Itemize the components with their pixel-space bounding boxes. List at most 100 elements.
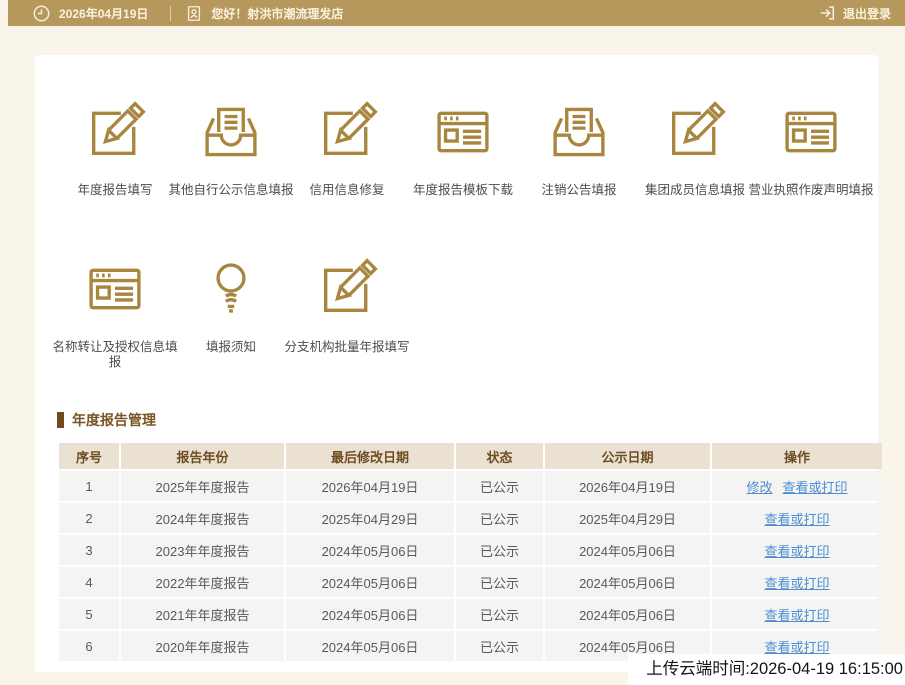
- cell-report-year: 2023年年度报告: [121, 535, 284, 565]
- menu-item[interactable]: 其他自行公示信息填报: [173, 101, 289, 198]
- cell-report-year: 2025年年度报告: [121, 471, 284, 501]
- inbox-icon: [548, 101, 610, 163]
- cell-publish-date: 2025年04月29日: [545, 503, 710, 533]
- menu-item-label: 年度报告模板下载: [397, 183, 529, 198]
- cell-status: 已公示: [456, 631, 543, 661]
- column-header: 报告年份: [121, 443, 284, 469]
- cell-last-modified: 2024年05月06日: [286, 631, 454, 661]
- window-icon: [84, 258, 146, 320]
- section-marker: [57, 412, 64, 428]
- cell-status: 已公示: [456, 567, 543, 597]
- cell-actions: 查看或打印: [712, 535, 882, 565]
- inbox-icon: [200, 101, 262, 163]
- topbar-date: 2026年04月19日: [59, 5, 148, 22]
- user-badge-icon: [185, 4, 203, 23]
- table-row: 1 2025年年度报告 2026年04月19日 已公示 2026年04月19日 …: [59, 471, 882, 501]
- bulb-icon: [200, 258, 262, 320]
- cell-actions: 查看或打印: [712, 599, 882, 629]
- cell-publish-date: 2026年04月19日: [545, 471, 710, 501]
- cell-actions: 查看或打印: [712, 503, 882, 533]
- view-or-print-link[interactable]: 查看或打印: [764, 576, 829, 591]
- annual-report-table: 序号报告年份最后修改日期状态公示日期操作 1 2025年年度报告 2026年04…: [57, 441, 884, 663]
- column-header: 序号: [59, 443, 119, 469]
- edit-icon: [316, 101, 378, 163]
- menu-item[interactable]: 营业执照作废声明填报: [753, 101, 869, 198]
- column-header: 操作: [712, 443, 882, 469]
- clock-icon: [32, 4, 51, 23]
- table-row: 2 2024年年度报告 2025年04月29日 已公示 2025年04月29日 …: [59, 503, 882, 533]
- menu-item[interactable]: 分支机构批量年报填写: [289, 258, 405, 370]
- column-header: 公示日期: [545, 443, 710, 469]
- edit-icon: [316, 258, 378, 320]
- cell-publish-date: 2024年05月06日: [545, 567, 710, 597]
- table-row: 4 2022年年度报告 2024年05月06日 已公示 2024年05月06日 …: [59, 567, 882, 597]
- table-row: 5 2021年年度报告 2024年05月06日 已公示 2024年05月06日 …: [59, 599, 882, 629]
- column-header: 状态: [456, 443, 543, 469]
- menu-item[interactable]: 集团成员信息填报: [637, 101, 753, 198]
- cell-no: 4: [59, 567, 119, 597]
- menu-item-label: 分支机构批量年报填写: [281, 340, 413, 355]
- cell-publish-date: 2024年05月06日: [545, 535, 710, 565]
- table-row: 3 2023年年度报告 2024年05月06日 已公示 2024年05月06日 …: [59, 535, 882, 565]
- menu-item-label: 年度报告填写: [49, 183, 181, 198]
- view-or-print-link[interactable]: 查看或打印: [764, 544, 829, 559]
- cell-last-modified: 2026年04月19日: [286, 471, 454, 501]
- cell-actions: 修改查看或打印: [712, 471, 882, 501]
- menu-item-label: 集团成员信息填报: [629, 183, 761, 198]
- upload-time-text: 上传云端时间:2026-04-19 16:15:00: [628, 654, 905, 685]
- topbar-divider: [170, 6, 171, 21]
- menu-item[interactable]: 填报须知: [173, 258, 289, 370]
- menu-item[interactable]: 注销公告填报: [521, 101, 637, 198]
- window-icon: [432, 101, 494, 163]
- cell-report-year: 2021年年度报告: [121, 599, 284, 629]
- menu-grid-row-2: 名称转让及授权信息填报 填报须知 分支机构批量年报填写: [35, 258, 878, 370]
- menu-item[interactable]: 年度报告模板下载: [405, 101, 521, 198]
- menu-item[interactable]: 信用信息修复: [289, 101, 405, 198]
- table-header-row: 序号报告年份最后修改日期状态公示日期操作: [59, 443, 882, 469]
- logout-icon: [818, 4, 836, 22]
- menu-item-label: 信用信息修复: [281, 183, 413, 198]
- logout-button[interactable]: 退出登录: [818, 4, 891, 22]
- menu-item[interactable]: 名称转让及授权信息填报: [57, 258, 173, 370]
- modify-link[interactable]: 修改: [746, 480, 772, 495]
- topbar: 2026年04月19日 您好！射洪市潮流理发店 退出登录: [8, 0, 905, 26]
- view-or-print-link[interactable]: 查看或打印: [764, 608, 829, 623]
- cell-publish-date: 2024年05月06日: [545, 599, 710, 629]
- cell-no: 1: [59, 471, 119, 501]
- cell-last-modified: 2024年05月06日: [286, 535, 454, 565]
- cell-actions: 查看或打印: [712, 567, 882, 597]
- cell-report-year: 2024年年度报告: [121, 503, 284, 533]
- cell-report-year: 2022年年度报告: [121, 567, 284, 597]
- cell-last-modified: 2025年04月29日: [286, 503, 454, 533]
- menu-item[interactable]: 年度报告填写: [57, 101, 173, 198]
- menu-item-label: 注销公告填报: [513, 183, 645, 198]
- view-or-print-link[interactable]: 查看或打印: [783, 480, 848, 495]
- view-or-print-link[interactable]: 查看或打印: [764, 512, 829, 527]
- user-greeting: 您好！射洪市潮流理发店: [211, 5, 343, 22]
- section-title: 年度报告管理: [57, 410, 878, 430]
- edit-icon: [664, 101, 726, 163]
- menu-item-label: 名称转让及授权信息填报: [49, 340, 181, 370]
- edit-icon: [84, 101, 146, 163]
- topbar-left: 2026年04月19日 您好！射洪市潮流理发店: [32, 4, 343, 23]
- window-icon: [780, 101, 842, 163]
- cell-no: 2: [59, 503, 119, 533]
- menu-grid-row-1: 年度报告填写 其他自行公示信息填报 信用信息修复: [35, 101, 878, 198]
- cell-no: 5: [59, 599, 119, 629]
- cell-no: 6: [59, 631, 119, 661]
- cell-no: 3: [59, 535, 119, 565]
- menu-item-label: 其他自行公示信息填报: [165, 183, 297, 198]
- cell-report-year: 2020年年度报告: [121, 631, 284, 661]
- main-card: 年度报告填写 其他自行公示信息填报 信用信息修复: [35, 55, 878, 672]
- cell-last-modified: 2024年05月06日: [286, 567, 454, 597]
- cell-status: 已公示: [456, 535, 543, 565]
- cell-last-modified: 2024年05月06日: [286, 599, 454, 629]
- section-title-text: 年度报告管理: [72, 410, 156, 430]
- menu-item-label: 营业执照作废声明填报: [745, 183, 877, 198]
- logout-label: 退出登录: [843, 5, 891, 22]
- cell-status: 已公示: [456, 471, 543, 501]
- cell-status: 已公示: [456, 599, 543, 629]
- column-header: 最后修改日期: [286, 443, 454, 469]
- view-or-print-link[interactable]: 查看或打印: [764, 640, 829, 655]
- menu-item-label: 填报须知: [165, 340, 297, 355]
